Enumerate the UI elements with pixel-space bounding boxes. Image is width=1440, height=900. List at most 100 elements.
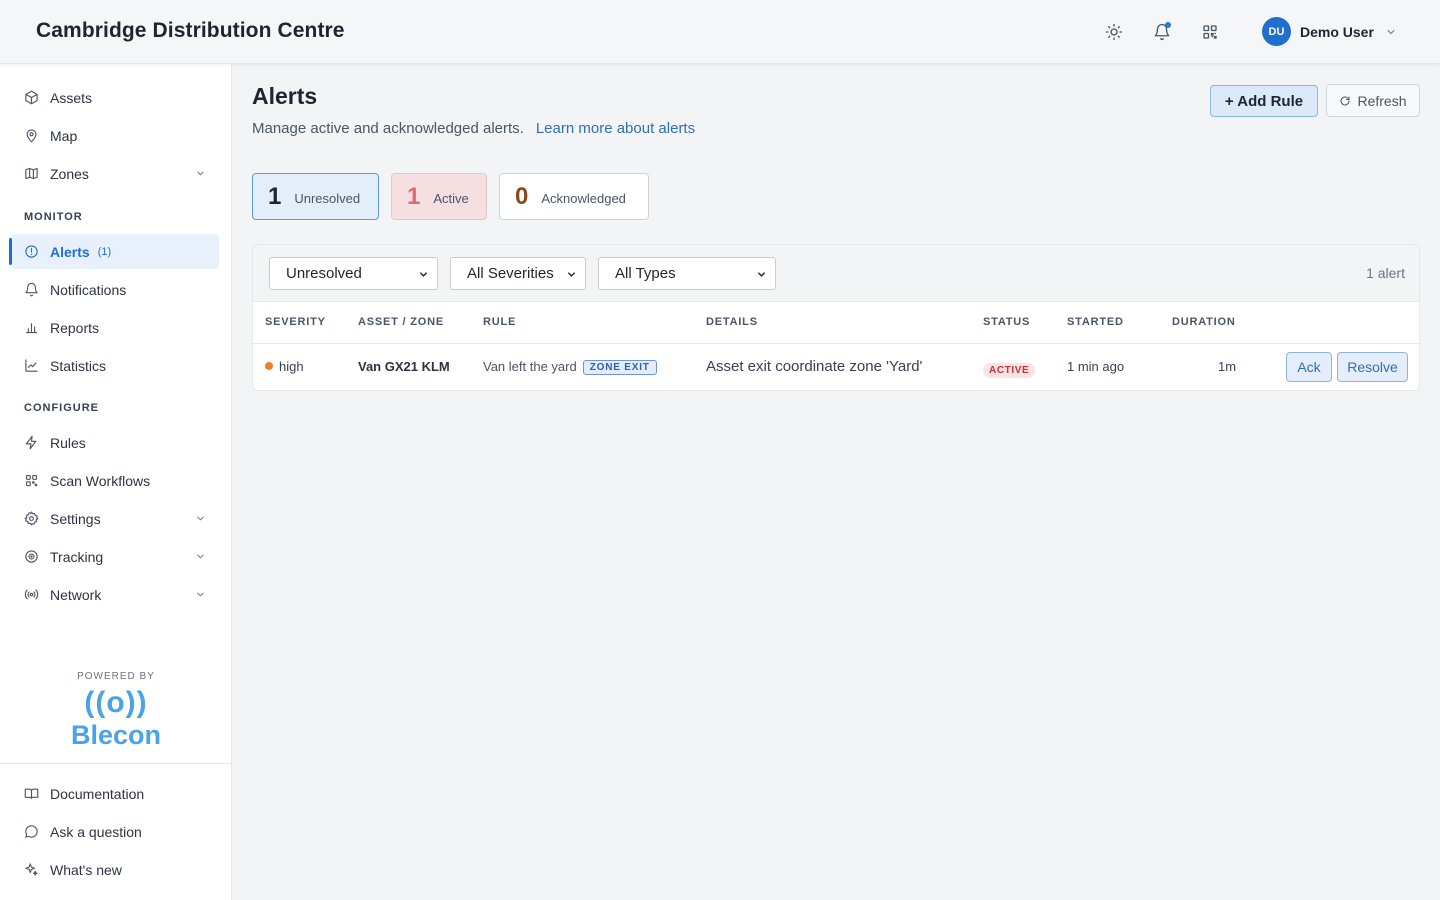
bar-chart-icon: [24, 320, 39, 335]
sidebar-item-documentation[interactable]: Documentation: [12, 776, 219, 811]
rule-name[interactable]: Van left the yard: [483, 359, 577, 374]
sidebar-item-scan-workflows[interactable]: Scan Workflows: [12, 463, 219, 498]
alert-circle-icon: [24, 244, 39, 259]
add-rule-button[interactable]: + Add Rule: [1210, 85, 1318, 117]
section-label-monitor: MONITOR: [24, 211, 83, 223]
box-icon: [24, 90, 39, 105]
sidebar-item-label: Tracking: [50, 548, 104, 565]
sidebar-item-map[interactable]: Map: [12, 118, 219, 153]
stat-value: 1: [268, 182, 282, 210]
sidebar-item-whats-new[interactable]: What's new: [12, 852, 219, 887]
sidebar-item-notifications[interactable]: Notifications: [12, 272, 219, 307]
asset-cell[interactable]: Van GX21 KLM: [358, 359, 450, 374]
column-header-details[interactable]: DETAILS: [706, 316, 758, 328]
column-header-severity[interactable]: SEVERITY: [265, 316, 326, 328]
learn-more-link[interactable]: Learn more about alerts: [536, 120, 695, 137]
book-icon: [24, 786, 39, 801]
severity-filter-select[interactable]: All Severities: [450, 257, 586, 290]
sidebar-item-label: Alerts: [50, 243, 90, 260]
chevron-down-icon: [197, 171, 204, 176]
status-badge: ACTIVE: [983, 363, 1036, 378]
sidebar-item-label: Ask a question: [50, 823, 142, 840]
section-label-configure: CONFIGURE: [24, 402, 99, 414]
powered-by-label: POWERED BY: [77, 671, 155, 682]
resolve-button[interactable]: Resolve: [1337, 352, 1408, 382]
sidebar-item-label: Zones: [50, 165, 89, 182]
sidebar-item-label: Network: [50, 586, 102, 603]
sidebar-item-settings[interactable]: Settings: [12, 501, 219, 536]
brand-name: Blecon: [70, 720, 162, 750]
alerts-panel: Unresolved All Severities All Types 1 al…: [252, 244, 1420, 391]
sidebar-item-label: Reports: [50, 319, 100, 336]
chevron-down-icon: [568, 272, 575, 277]
severity-dot: [265, 362, 273, 370]
severity-cell: high: [265, 359, 304, 374]
stat-card-acknowledged[interactable]: 0 Acknowledged: [499, 173, 649, 220]
sidebar-item-label: Documentation: [50, 785, 145, 802]
started-cell: 1 min ago: [1067, 359, 1125, 374]
sidebar-item-rules[interactable]: Rules: [12, 425, 219, 460]
column-header-asset-zone[interactable]: ASSET / ZONE: [358, 316, 444, 328]
status-cell: ACTIVE: [983, 361, 1036, 378]
notification-dot: [1165, 22, 1171, 28]
sidebar-item-tracking[interactable]: Tracking: [12, 539, 219, 574]
status-filter-select[interactable]: Unresolved: [269, 257, 438, 290]
refresh-icon: [1340, 95, 1350, 105]
chevron-down-icon: [420, 272, 427, 277]
user-name: Demo User: [1300, 23, 1374, 40]
column-header-rule[interactable]: RULE: [483, 316, 516, 328]
duration-cell: 1m: [1218, 359, 1237, 374]
ack-button[interactable]: Ack: [1286, 352, 1332, 382]
sidebar-item-label: What's new: [50, 861, 122, 878]
user-menu[interactable]: DU Demo User: [1262, 17, 1397, 46]
page-subtitle: Manage active and acknowledged alerts. Le…: [252, 120, 695, 137]
radio-icon: [24, 587, 39, 602]
sidebar-item-zones[interactable]: Zones: [12, 156, 219, 191]
top-bar: Cambridge Distribution Centre DU Demo Us…: [0, 0, 1440, 64]
stat-value: 1: [407, 182, 421, 210]
column-header-started[interactable]: STARTED: [1067, 316, 1124, 328]
sidebar-item-label: Scan Workflows: [50, 472, 151, 489]
gear-icon: [24, 511, 39, 526]
stat-label: Unresolved: [294, 191, 361, 206]
details-cell: Asset exit coordinate zone 'Yard': [706, 358, 923, 375]
target-icon: [24, 549, 39, 564]
sparkles-icon: [24, 862, 39, 877]
status-filter-value: Unresolved: [286, 265, 362, 282]
stat-card-active[interactable]: 1 Active: [391, 173, 487, 220]
chevron-down-icon: [197, 554, 204, 559]
stat-label: Acknowledged: [541, 191, 626, 206]
chevron-down-icon: [1387, 29, 1395, 34]
table-divider: [253, 343, 1419, 344]
sidebar-item-label: Map: [50, 127, 78, 144]
avatar: DU: [1262, 17, 1291, 46]
sidebar-item-reports[interactable]: Reports: [12, 310, 219, 345]
type-filter-select[interactable]: All Types: [598, 257, 776, 290]
column-header-status[interactable]: STATUS: [983, 316, 1030, 328]
stat-card-unresolved[interactable]: 1 Unresolved: [252, 173, 379, 220]
chevron-down-icon: [758, 272, 765, 277]
sidebar-item-assets[interactable]: Assets: [12, 80, 219, 115]
rule-cell: Van left the yard ZONE EXIT: [483, 359, 657, 375]
map-pin-icon: [24, 128, 39, 143]
chevron-down-icon: [197, 516, 204, 521]
rule-type-badge: ZONE EXIT: [582, 360, 657, 375]
sidebar-item-ask-question[interactable]: Ask a question: [12, 814, 219, 849]
sidebar-item-alerts[interactable]: Alerts (1): [9, 234, 219, 269]
refresh-label: Refresh: [1357, 92, 1407, 109]
sidebar-item-label: Settings: [50, 510, 101, 527]
sidebar: Assets Map Zones MONITOR Alerts (1) Noti…: [0, 64, 232, 900]
sidebar-item-label: Notifications: [50, 281, 127, 298]
subtitle-text: Manage active and acknowledged alerts.: [252, 120, 524, 137]
app-title: Cambridge Distribution Centre: [36, 19, 345, 42]
bell-icon[interactable]: [1150, 20, 1174, 44]
qr-code-icon[interactable]: [1198, 20, 1222, 44]
stat-label: Active: [433, 191, 469, 206]
sun-icon[interactable]: [1102, 20, 1126, 44]
column-header-duration[interactable]: DURATION: [1172, 316, 1236, 328]
sidebar-item-label: Rules: [50, 434, 86, 451]
zap-icon: [24, 435, 39, 450]
sidebar-item-statistics[interactable]: Statistics: [12, 348, 219, 383]
sidebar-item-network[interactable]: Network: [12, 577, 219, 612]
refresh-button[interactable]: Refresh: [1326, 84, 1420, 117]
